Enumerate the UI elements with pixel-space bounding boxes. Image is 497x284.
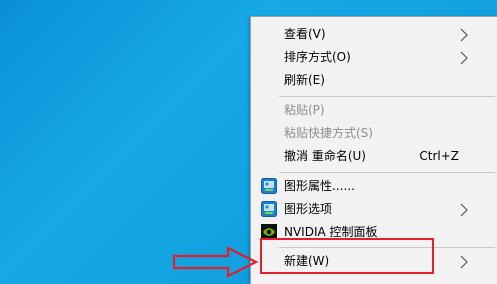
menu-item-label: 图形属性...... bbox=[284, 179, 355, 193]
menu-item-label: 查看(V) bbox=[284, 27, 326, 41]
menu-separator bbox=[279, 172, 495, 173]
menu-item-undo-rename[interactable]: 撤消 重命名(U) Ctrl+Z bbox=[251, 145, 497, 168]
chevron-right-icon bbox=[460, 203, 468, 217]
intel-graphics-icon bbox=[261, 178, 277, 194]
menu-item-shortcut: Ctrl+Z bbox=[419, 149, 459, 163]
chevron-right-icon bbox=[460, 28, 468, 42]
menu-item-view[interactable]: 查看(V) bbox=[251, 23, 497, 46]
intel-graphics-icon bbox=[261, 201, 277, 217]
menu-item-sort-by[interactable]: 排序方式(O) bbox=[251, 46, 497, 69]
chevron-right-icon bbox=[460, 51, 468, 65]
menu-separator bbox=[279, 96, 495, 97]
menu-item-label: 排序方式(O) bbox=[284, 50, 351, 64]
chevron-right-icon bbox=[460, 255, 468, 269]
annotation-highlight-box bbox=[260, 238, 434, 274]
menu-item-graphics-options[interactable]: 图形选项 bbox=[251, 198, 497, 221]
menu-item-refresh[interactable]: 刷新(E) bbox=[251, 69, 497, 92]
menu-item-label: 撤消 重命名(U) bbox=[284, 149, 366, 163]
menu-item-paste: 粘贴(P) bbox=[251, 99, 497, 122]
annotation-arrow-icon bbox=[172, 246, 259, 278]
menu-item-graphics-properties[interactable]: 图形属性...... bbox=[251, 175, 497, 198]
menu-item-label: 粘贴(P) bbox=[284, 103, 325, 117]
menu-item-label: 图形选项 bbox=[284, 202, 333, 216]
menu-item-paste-shortcut: 粘贴快捷方式(S) bbox=[251, 122, 497, 145]
menu-item-label: 刷新(E) bbox=[284, 73, 325, 87]
menu-item-label: 粘贴快捷方式(S) bbox=[284, 126, 373, 140]
